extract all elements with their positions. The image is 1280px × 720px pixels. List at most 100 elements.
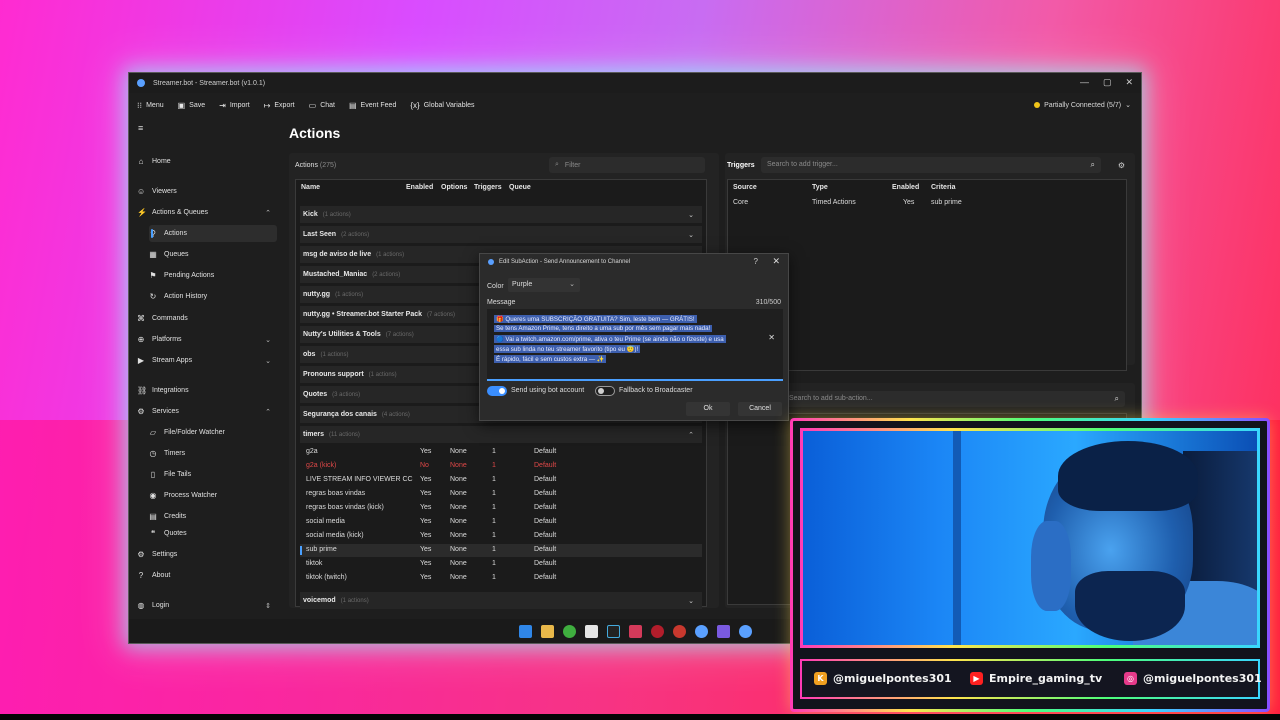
browser-icon[interactable] (672, 624, 686, 638)
chat-button[interactable]: ▭ Chat (309, 101, 335, 110)
action-cell-queue: Default (534, 560, 557, 567)
person-hand (1031, 521, 1071, 611)
action-row[interactable]: regras boas vindas Yes None 1 Default (300, 488, 702, 501)
message-char-count: 310/500 (755, 299, 781, 306)
import-button[interactable]: ⇥ Import (219, 101, 250, 110)
action-row[interactable]: tiktok Yes None 1 Default (300, 558, 702, 571)
sidebar-item-settings[interactable]: ⚙ Settings (137, 546, 277, 563)
close-icon[interactable]: ✕ (772, 256, 780, 267)
app-red-icon[interactable] (650, 624, 664, 638)
action-row[interactable]: social media (kick) Yes None 1 Default (300, 530, 702, 543)
action-cell-queue: Default (534, 532, 557, 539)
sidebar-item-action-history[interactable]: ↻ Action History (149, 288, 277, 305)
column-header-queue[interactable]: Queue (509, 184, 531, 191)
sidebar-item-commands[interactable]: ⌘ Commands (137, 310, 277, 327)
column-header-enabled[interactable]: Enabled (892, 184, 919, 191)
column-header-type[interactable]: Type (812, 184, 828, 191)
sidebar-item-about[interactable]: ? About (137, 567, 277, 584)
trigger-criteria[interactable]: sub prime (931, 199, 962, 206)
sidebar-item-credits[interactable]: ▤ Credits (149, 508, 277, 525)
hamburger-icon[interactable]: ≡ (138, 123, 143, 133)
xbox-icon[interactable] (562, 624, 576, 638)
filter-input[interactable]: ⌕ Filter (549, 157, 705, 173)
tools-icon[interactable] (628, 624, 642, 638)
group-count: (1 actions) (368, 371, 397, 378)
action-group[interactable]: timers (11 actions) ⌃ (300, 426, 702, 443)
action-group-voicemod[interactable]: voicemod (1 actions) ⌄ (300, 592, 702, 609)
trigger-enabled[interactable]: Yes (903, 199, 914, 206)
sidebar-item-viewers[interactable]: ☺ Viewers (137, 183, 277, 200)
discord-icon[interactable] (716, 624, 730, 638)
action-group[interactable]: Kick (1 actions) ⌄ (300, 206, 702, 223)
action-row[interactable]: sub prime Yes None 1 Default (300, 544, 702, 557)
streamerbot-taskbar-icon[interactable] (694, 624, 708, 638)
sidebar-item-services[interactable]: ⚙ Services ⌃ (137, 403, 277, 420)
calendar-icon[interactable] (584, 624, 598, 638)
sidebar-item-file-tails[interactable]: ▯ File Tails (149, 466, 277, 483)
column-header-name[interactable]: Name (301, 184, 320, 191)
sidebar-item-queues[interactable]: ▦ Queues (149, 246, 277, 263)
sidebar-item-integrations[interactable]: ⛓ Integrations (137, 382, 277, 399)
connection-status[interactable]: Partially Connected (5/7) ⌄ (1034, 101, 1131, 109)
action-group[interactable]: Last Seen (2 actions) ⌄ (300, 226, 702, 243)
trigger-search-input[interactable]: Search to add trigger... ⌕ (761, 157, 1101, 173)
action-row[interactable]: tiktok (twitch) Yes None 1 Default (300, 572, 702, 585)
color-select[interactable]: Purple ⌄ (508, 278, 580, 292)
action-row[interactable]: social media Yes None 1 Default (300, 516, 702, 529)
sidebar-item-quotes[interactable]: ❝ Quotes (149, 529, 277, 538)
action-row[interactable]: LIVE STREAM INFO VIEWER CC Yes None 1 Defaul… (300, 474, 702, 487)
instagram-icon: ◎ (1124, 672, 1137, 685)
export-button[interactable]: ↦ Export (264, 101, 295, 110)
sidebar-item-stream-apps[interactable]: ▶ Stream Apps ⌄ (137, 352, 277, 369)
action-cell-enabled: Yes (420, 574, 432, 581)
bot-account-toggle[interactable] (487, 386, 507, 396)
column-header-enabled[interactable]: Enabled (406, 184, 433, 191)
global-variables-button[interactable]: {x} Global Variables (410, 101, 474, 110)
sidebar-item-home[interactable]: ⌂ Home (137, 153, 277, 170)
action-row[interactable]: g2a (kick) No None 1 Default (300, 460, 702, 473)
sidebar-item-timers[interactable]: ◷ Timers (149, 445, 277, 462)
cancel-button[interactable]: Cancel (738, 402, 782, 416)
ok-button[interactable]: Ok (686, 402, 730, 416)
sidebar-item-process-watcher[interactable]: ◉ Process Watcher (149, 487, 277, 504)
file-explorer-icon[interactable] (540, 624, 554, 638)
action-cell-options: None (450, 560, 467, 567)
action-cell-triggers: 1 (492, 518, 496, 525)
settings-icon[interactable]: ⚙ (1118, 161, 1125, 170)
event-feed-button[interactable]: ▤ Event Feed (349, 101, 396, 110)
chevron-up-icon: ⌃ (265, 209, 271, 217)
group-count: (1 actions) (322, 211, 351, 218)
fallback-broadcaster-toggle[interactable] (595, 386, 615, 396)
trigger-source[interactable]: Core (733, 199, 748, 206)
message-textarea[interactable]: 🎁 Queres uma SUBSCRIÇÃO GRATUITA? Sim, l… (487, 309, 783, 381)
column-header-criteria[interactable]: Criteria (931, 184, 956, 191)
subaction-search-input[interactable]: Search to add sub-action... ⌕ (785, 391, 1125, 407)
sidebar-item-login[interactable]: ◍ Login ⇕ (137, 597, 277, 614)
column-header-triggers[interactable]: Triggers (474, 184, 502, 191)
maximize-icon[interactable]: ▢ (1103, 77, 1112, 88)
sidebar-item-actions[interactable]: ⚲ Actions (149, 225, 277, 242)
bot-account-label: Send using bot account (511, 387, 585, 394)
sidebar-item-file-folder-watcher[interactable]: ▱ File/Folder Watcher (149, 424, 277, 441)
windows-start-icon[interactable] (518, 624, 532, 638)
action-cell-name: sub prime (306, 546, 337, 553)
menu-button[interactable]: ⁝⁝ Menu (137, 101, 164, 110)
action-row[interactable]: regras boas vindas (kick) Yes None 1 Default (300, 502, 702, 515)
save-button[interactable]: ▣ Save (178, 101, 206, 110)
action-cell-options: None (450, 504, 467, 511)
column-header-options[interactable]: Options (441, 184, 467, 191)
sidebar-item-pending-actions[interactable]: ⚑ Pending Actions (149, 267, 277, 284)
sidebar-item-platforms[interactable]: ⊕ Platforms ⌄ (137, 331, 277, 348)
column-header-source[interactable]: Source (733, 184, 757, 191)
trigger-type[interactable]: Timed Actions (812, 199, 856, 206)
close-icon[interactable]: ✕ (1125, 77, 1133, 88)
terminal-icon[interactable] (606, 624, 620, 638)
clear-icon[interactable]: ✕ (768, 333, 775, 342)
group-count: (2 actions) (341, 231, 370, 238)
action-cell-name: tiktok (306, 560, 323, 567)
sidebar-item-actions-queues[interactable]: ⚡ Actions & Queues ⌃ (137, 204, 277, 221)
minimize-icon[interactable]: — (1080, 77, 1089, 88)
action-row[interactable]: g2a Yes None 1 Default (300, 446, 702, 459)
streamerbot-taskbar-icon-2[interactable] (738, 624, 752, 638)
help-icon[interactable]: ? (754, 257, 758, 266)
